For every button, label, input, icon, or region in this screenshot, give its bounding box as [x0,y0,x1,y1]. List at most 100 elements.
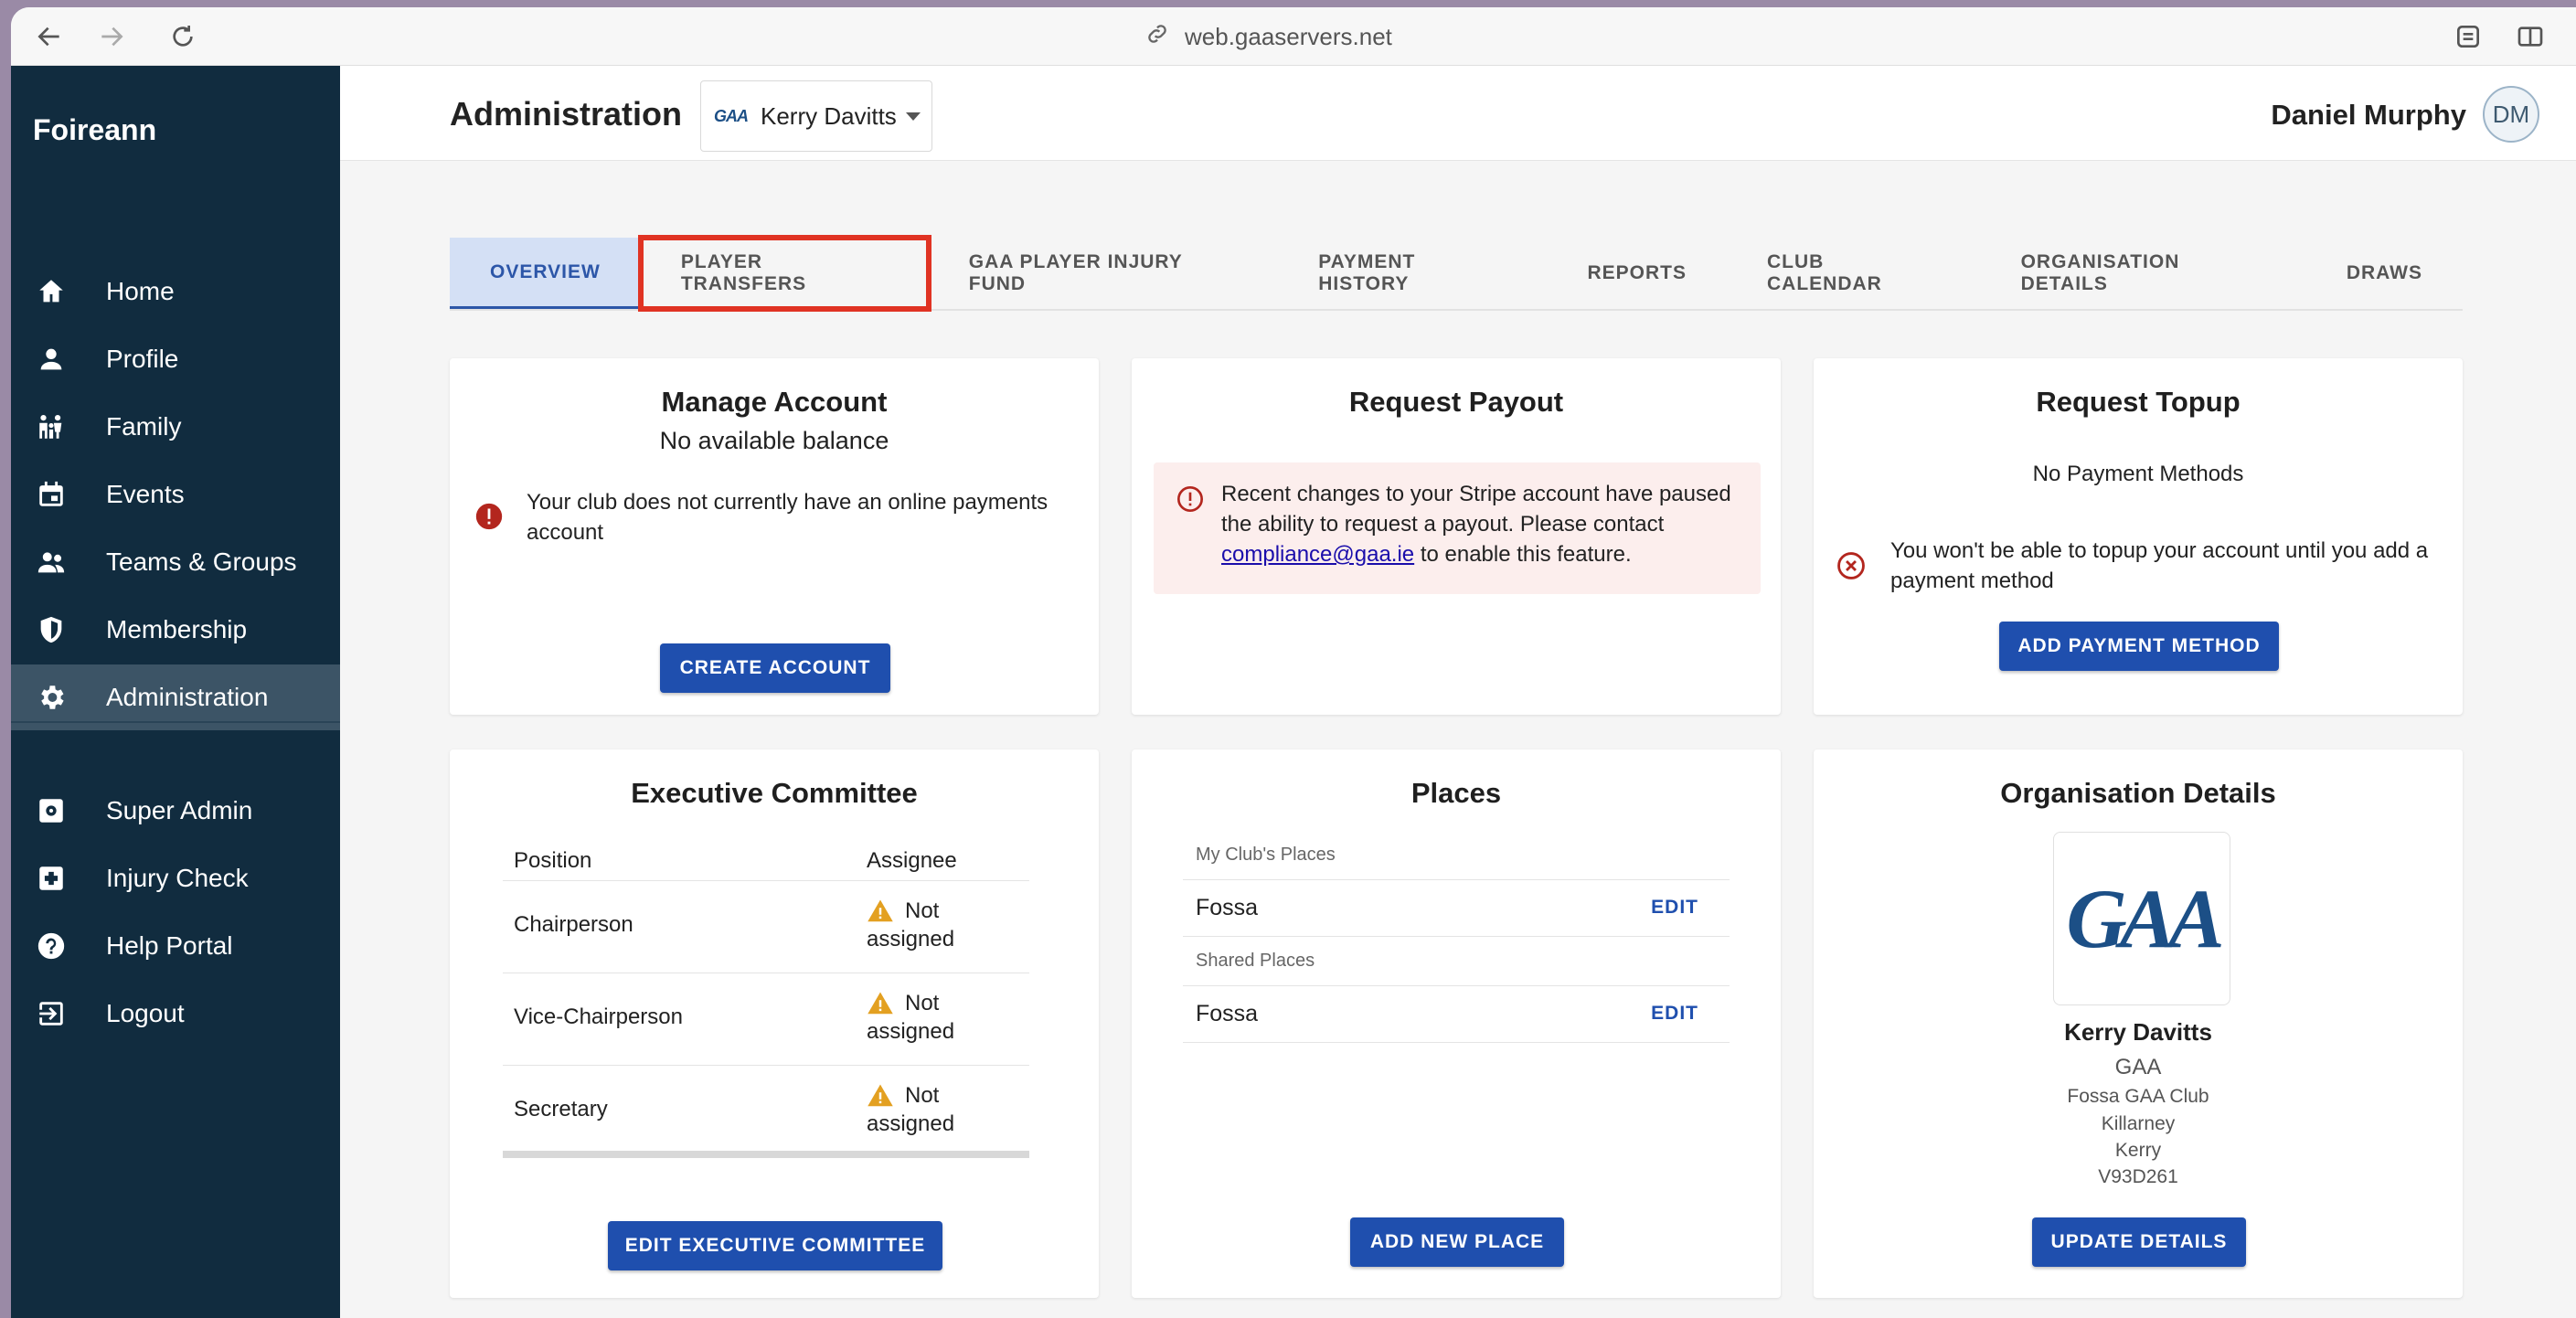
executive-committee-table: Position Assignee Chairperson Not assign… [503,832,1029,1158]
table-header-row: Position Assignee [503,832,1029,881]
organisation-logo: GAA [2053,832,2230,1005]
shared-places-label: Shared Places [1196,951,1315,971]
sidebar-item-label: Events [106,480,185,508]
place-name: Fossa [1196,895,1259,920]
tab-payment-history[interactable]: PAYMENT HISTORY [1278,238,1547,309]
tab-player-transfers[interactable]: PLAYER TRANSFERS [637,235,931,312]
tab-draws[interactable]: DRAWS [2306,238,2463,309]
compliance-email-link[interactable]: compliance@gaa.ie [1221,542,1414,567]
sidebar-item-label: Injury Check [106,864,249,892]
card-title: Request Payout [1348,386,1564,418]
chevron-down-icon [906,112,921,121]
assignee-text: Not [905,991,940,1015]
sidebar-item-label: Profile [106,345,179,373]
tab-club-calendar[interactable]: CLUB CALENDAR [1727,238,1981,309]
medical-plus-icon [35,862,68,895]
warning-icon [868,992,893,1015]
organisation-select[interactable]: GAA Kerry Davitts [700,80,932,152]
edit-place-button[interactable]: EDIT [1651,1003,1698,1025]
update-details-button[interactable]: UPDATE DETAILS [2032,1217,2246,1267]
help-icon [35,930,68,962]
assignee-status: Not [867,990,954,1017]
organisation-name: Kerry Davitts [2064,1018,2212,1046]
address-bar[interactable]: web.gaaservers.net [1144,18,1392,55]
cancel-circle-icon [1836,550,1867,586]
error-outline-icon [1176,484,1205,518]
places-card: Places My Club's Places Fossa EDIT Share… [1132,749,1781,1298]
add-payment-method-button[interactable]: ADD PAYMENT METHOD [1999,622,2279,671]
no-payment-methods-text: No Payment Methods [2032,462,2244,486]
organisation-select-value: Kerry Davitts [761,101,897,130]
avatar[interactable]: DM [2483,86,2539,143]
sidebar-toggle-icon[interactable] [2514,20,2547,53]
gear-icon [35,681,68,714]
my-places-label: My Club's Places [1196,845,1336,865]
sidebar-item-label: Teams & Groups [106,547,297,576]
sidebar-item-events[interactable]: Events [11,462,340,527]
person-icon [35,343,68,376]
card-title: Organisation Details [2000,777,2276,809]
back-arrow-icon[interactable] [33,20,66,53]
organisation-club: Fossa GAA Club [2067,1086,2209,1107]
browser-toolbar: web.gaaservers.net [11,7,2576,66]
tab-organisation-details[interactable]: ORGANISATION DETAILS [1981,238,2306,309]
family-icon [35,410,68,443]
tab-overview[interactable]: OVERVIEW [450,238,641,309]
sidebar-item-logout[interactable]: Logout [11,981,340,1047]
sidebar-item-label: Help Portal [106,931,233,960]
page-title: Administration [450,95,683,133]
payout-alert-text: Recent changes to your Stripe account ha… [1221,479,1751,569]
list-item: Fossa EDIT [1183,986,1730,1043]
reload-icon[interactable] [166,20,199,53]
sidebar-item-family[interactable]: Family [11,394,340,460]
sidebar-item-injury-check[interactable]: Injury Check [11,845,340,911]
app-header: Administration GAA Kerry Davitts Daniel … [340,66,2576,161]
user-name[interactable]: Daniel Murphy [2271,99,2466,132]
brand-logo-text[interactable]: Foireann [33,113,156,147]
organisation-body: GAA [2114,1055,2162,1079]
edit-place-button[interactable]: EDIT [1651,897,1698,919]
sidebar-item-label: Super Admin [106,796,253,824]
balance-text: No available balance [659,427,889,454]
organisation-county: Kerry [2114,1140,2162,1161]
topup-message: You won't be able to topup your account … [1890,538,2429,593]
add-new-place-button[interactable]: ADD NEW PLACE [1350,1217,1564,1267]
sidebar: Foireann Home Profile Family Events Team… [11,66,340,1318]
create-account-button[interactable]: CREATE ACCOUNT [660,643,890,693]
assignee-text: Not [905,1083,940,1108]
card-title: Request Topup [2036,386,2241,418]
calendar-icon [35,478,68,511]
column-header-assignee: Assignee [867,848,957,873]
error-icon [474,501,505,532]
sidebar-item-label: Home [106,277,175,305]
site-settings-icon[interactable] [2452,20,2485,53]
gaa-logo-icon: GAA [714,106,749,125]
browser-window: web.gaaservers.net Foireann Home Profile… [11,7,2576,1318]
card-title: Manage Account [661,386,888,418]
list-item: Fossa EDIT [1183,880,1730,937]
sidebar-item-home[interactable]: Home [11,259,340,324]
sidebar-item-profile[interactable]: Profile [11,326,340,392]
request-payout-card: Request Payout Recent changes to your St… [1132,358,1781,715]
sidebar-item-label: Administration [106,683,269,711]
sidebar-item-teams-groups[interactable]: Teams & Groups [11,529,340,595]
sidebar-item-membership[interactable]: Membership [11,597,340,663]
card-title: Executive Committee [631,777,918,809]
main-content: Administration GAA Kerry Davitts Daniel … [340,66,2576,1318]
executive-committee-card: Executive Committee Position Assignee Ch… [450,749,1099,1298]
forward-arrow-icon[interactable] [95,20,128,53]
edit-executive-committee-button[interactable]: EDIT EXECUTIVE COMMITTEE [608,1221,942,1270]
tab-reports[interactable]: REPORTS [1548,238,1728,309]
logout-icon [35,997,68,1030]
position-cell: Secretary [514,1097,608,1121]
sidebar-item-super-admin[interactable]: Super Admin [11,778,340,844]
assignee-cell: Not assigned [867,990,954,1045]
sidebar-item-help-portal[interactable]: Help Portal [11,913,340,979]
organisation-eircode: V93D261 [2098,1166,2178,1187]
assignee-cell: Not assigned [867,898,954,952]
organisation-details-card: Organisation Details GAA Kerry Davitts G… [1814,749,2463,1298]
url-text: web.gaaservers.net [1185,22,1392,50]
tab-gaa-player-injury-fund[interactable]: GAA PLAYER INJURY FUND [929,238,1278,309]
sidebar-item-label: Family [106,412,182,441]
admin-gear-icon [35,794,68,827]
